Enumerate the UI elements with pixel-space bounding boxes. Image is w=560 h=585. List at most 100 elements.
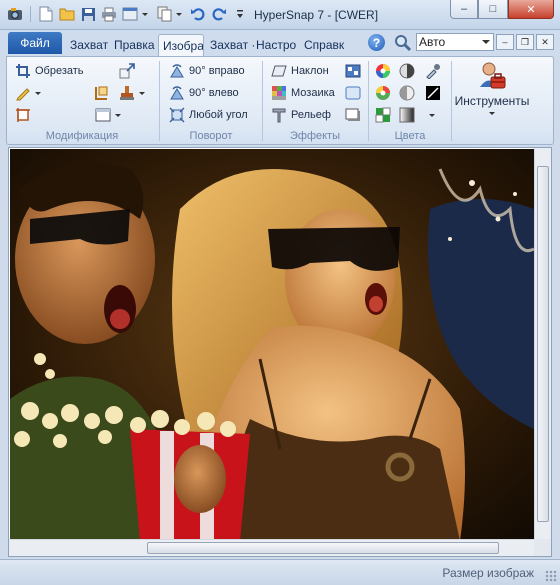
rotate-right-icon [170, 64, 184, 78]
pen-dropdown-icon[interactable] [35, 91, 41, 95]
skew-icon [271, 65, 287, 77]
minimize-button[interactable]: – [450, 0, 478, 19]
rotate-any-label: Любой угол [189, 109, 248, 121]
palette-icon [375, 107, 391, 123]
capture-icon[interactable] [121, 5, 139, 23]
trim-icon [95, 86, 108, 100]
rotate-any-icon [169, 107, 185, 123]
tab-edit[interactable]: Правка [110, 34, 159, 56]
tab-image[interactable]: Изобра [158, 34, 204, 56]
color-wheel-icon [376, 64, 390, 78]
capture-dropdown-icon[interactable] [142, 12, 148, 16]
effect-extra-button-3[interactable] [345, 105, 361, 125]
chevron-down-icon [489, 112, 495, 115]
new-icon[interactable] [37, 5, 55, 23]
crop-button[interactable]: Обрезать [15, 61, 84, 81]
tab-help[interactable]: Справк [300, 34, 348, 56]
stamp-button[interactable] [119, 83, 145, 103]
undo-icon[interactable] [189, 5, 207, 23]
maximize-button[interactable]: □ [478, 0, 508, 19]
blur-icon [345, 86, 361, 100]
help-icon[interactable]: ? [368, 34, 385, 51]
ribbon-panel: Обрезать Модификация 90° вправо 90° влев… [6, 56, 554, 145]
grayscale-button[interactable] [399, 61, 415, 81]
customize-icon[interactable] [231, 5, 249, 23]
frame-icon [95, 108, 111, 122]
copy-icon[interactable] [155, 5, 173, 23]
trim-button[interactable] [93, 83, 109, 103]
group-label: Цвета [394, 130, 426, 142]
brightness-button[interactable] [399, 83, 415, 103]
rotate-right-label: 90° вправо [189, 65, 245, 77]
horizontal-scroll-thumb[interactable] [147, 542, 499, 554]
pen-button[interactable] [15, 83, 41, 103]
image-viewport[interactable] [8, 147, 552, 557]
effect-extra-button-1[interactable] [345, 61, 361, 81]
effect-extra-button-2[interactable] [345, 83, 361, 103]
frame-button[interactable] [95, 105, 121, 125]
pen-icon [16, 88, 30, 101]
image-canvas[interactable] [10, 149, 534, 541]
mosaic-button[interactable]: Мозаика [271, 83, 335, 103]
zoom-icon[interactable] [394, 34, 412, 52]
file-menu-button[interactable]: Файл [8, 32, 62, 54]
tab-settings[interactable]: Настро [252, 34, 300, 56]
horizontal-scrollbar[interactable] [9, 539, 535, 556]
rotate-right-button[interactable]: 90° вправо [169, 61, 245, 81]
resize-grip[interactable] [545, 570, 557, 582]
group-colors: Цвета [371, 57, 449, 144]
color-wheel-button[interactable] [375, 61, 391, 81]
tools-button[interactable]: Инструменты [455, 61, 529, 133]
rotate-any-button[interactable]: Любой угол [169, 105, 248, 125]
app-icon[interactable] [6, 5, 24, 23]
group-modification: Обрезать Модификация [7, 57, 157, 144]
relief-icon [272, 108, 286, 123]
open-icon[interactable] [58, 5, 76, 23]
shadow-icon [345, 108, 360, 121]
resize-icon [119, 63, 135, 79]
skew-label: Наклон [291, 65, 329, 77]
close-button[interactable]: ✕ [508, 0, 554, 19]
doc-close-button[interactable]: ✕ [536, 34, 554, 50]
print-icon[interactable] [100, 5, 118, 23]
tab-capture[interactable]: Захват [66, 34, 112, 56]
relief-button[interactable]: Рельеф [271, 105, 331, 125]
frame-dropdown-icon[interactable] [115, 113, 121, 117]
quick-access-toolbar [6, 5, 249, 23]
canvas-button[interactable] [15, 105, 31, 125]
rotate-left-button[interactable]: 90° влево [169, 83, 239, 103]
window-title: HyperSnap 7 - [CWER] [254, 8, 379, 22]
brightness-icon [399, 85, 415, 101]
redo-icon[interactable] [210, 5, 228, 23]
color-adjust-button[interactable] [375, 83, 391, 103]
zoom-combo[interactable]: Авто [416, 33, 494, 51]
status-image-size: Размер изображ [442, 566, 534, 580]
resize-button[interactable] [119, 61, 135, 81]
gradient-button[interactable] [399, 105, 415, 125]
mosaic-icon [272, 86, 286, 100]
skew-button[interactable]: Наклон [271, 61, 329, 81]
doc-minimize-button[interactable]: – [496, 34, 514, 50]
invert-icon [426, 86, 440, 100]
gradient-icon [399, 107, 415, 123]
eyedropper-button[interactable] [425, 61, 441, 81]
vertical-scrollbar[interactable] [534, 148, 551, 540]
movie-audience-photo [10, 149, 534, 541]
vertical-scroll-thumb[interactable] [537, 166, 549, 522]
copy-dropdown-icon[interactable] [176, 12, 182, 16]
chevron-down-icon [429, 113, 435, 117]
invert-button[interactable] [425, 83, 441, 103]
colors-more-button[interactable] [429, 105, 435, 125]
save-icon[interactable] [79, 5, 97, 23]
doc-restore-button[interactable]: ❐ [516, 34, 534, 50]
mosaic-label: Мозаика [291, 87, 335, 99]
stamp-dropdown-icon[interactable] [139, 91, 145, 95]
title-bar: HyperSnap 7 - [CWER] – □ ✕ [0, 0, 560, 30]
status-bar: Размер изображ [0, 559, 560, 585]
chevron-down-icon [482, 40, 490, 44]
eyedropper-icon [426, 64, 440, 79]
crop-label: Обрезать [35, 65, 84, 77]
relief-label: Рельеф [291, 109, 331, 121]
palette-button[interactable] [375, 105, 391, 125]
tools-label: Инструменты [454, 94, 530, 108]
